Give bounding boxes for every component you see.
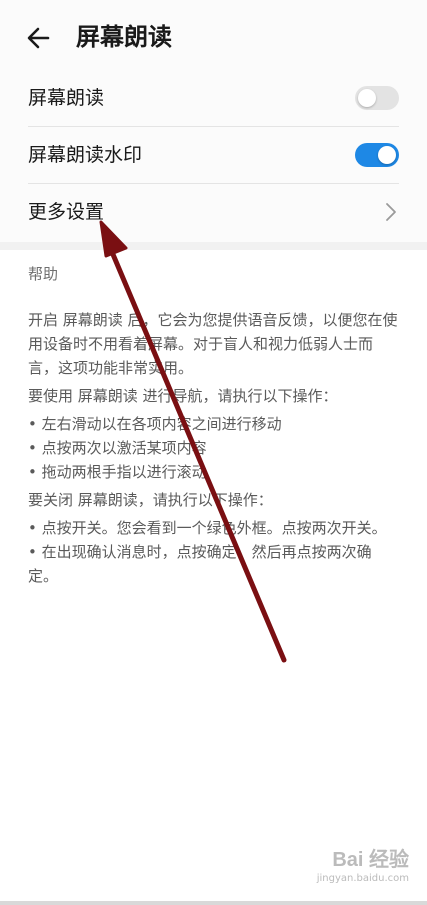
watermark-logo: Bai 经验 (332, 849, 409, 871)
help-body: 开启 屏幕朗读 后，它会为您提供语音反馈，以便您在使用设备时不用看着屏幕。对于盲… (28, 308, 398, 592)
page-title: 屏幕朗读 (76, 23, 172, 51)
header: 屏幕朗读 (0, 0, 427, 70)
bottom-bar (0, 901, 427, 905)
setting-screen-reader-watermark[interactable]: 屏幕朗读水印 (28, 127, 399, 183)
help-bullet: • 在出现确认消息时，点按确定，然后再点按两次确定。 (28, 543, 372, 585)
help-bullet: • 拖动两根手指以进行滚动 (28, 463, 207, 481)
setting-label: 屏幕朗读水印 (28, 144, 143, 166)
setting-screen-reader[interactable]: 屏幕朗读 (28, 70, 399, 126)
back-button[interactable] (22, 20, 58, 56)
help-paragraph: 要关闭 屏幕朗读，请执行以下操作： (28, 491, 273, 509)
setting-label: 屏幕朗读 (28, 87, 105, 109)
setting-more-settings[interactable]: 更多设置 (28, 184, 399, 240)
watermark-url: jingyan.baidu.com (316, 873, 409, 884)
help-bullet: • 点按开关。您会看到一个绿色外框。点按两次开关。 (28, 519, 387, 537)
screen-reader-toggle[interactable] (355, 86, 399, 110)
chevron-right-icon (386, 203, 396, 221)
toggle-knob (378, 146, 396, 164)
screen: 屏幕朗读 屏幕朗读 屏幕朗读水印 更多设置 帮助 开启 屏幕朗读 后，它会为您提… (0, 0, 427, 905)
help-bullet: • 左右滑动以在各项内容之间进行移动 (28, 415, 282, 433)
help-section: 帮助 开启 屏幕朗读 后，它会为您提供语音反馈，以便您在使用设备时不用看着屏幕。… (0, 250, 427, 905)
setting-label: 更多设置 (28, 201, 105, 223)
settings-list: 屏幕朗读 屏幕朗读水印 更多设置 (0, 70, 427, 242)
arrow-left-icon (27, 27, 50, 49)
help-bullet: • 点按两次以激活某项内容 (28, 439, 207, 457)
watermark: Bai 经验 jingyan.baidu.com (299, 847, 409, 891)
toggle-knob (358, 89, 376, 107)
help-title: 帮助 (28, 265, 59, 283)
help-paragraph: 要使用 屏幕朗读 进行导航，请执行以下操作： (28, 387, 338, 405)
watermark-toggle[interactable] (355, 143, 399, 167)
section-gap (0, 242, 427, 250)
help-paragraph: 开启 屏幕朗读 后，它会为您提供语音反馈，以便您在使用设备时不用看着屏幕。对于盲… (28, 311, 398, 377)
